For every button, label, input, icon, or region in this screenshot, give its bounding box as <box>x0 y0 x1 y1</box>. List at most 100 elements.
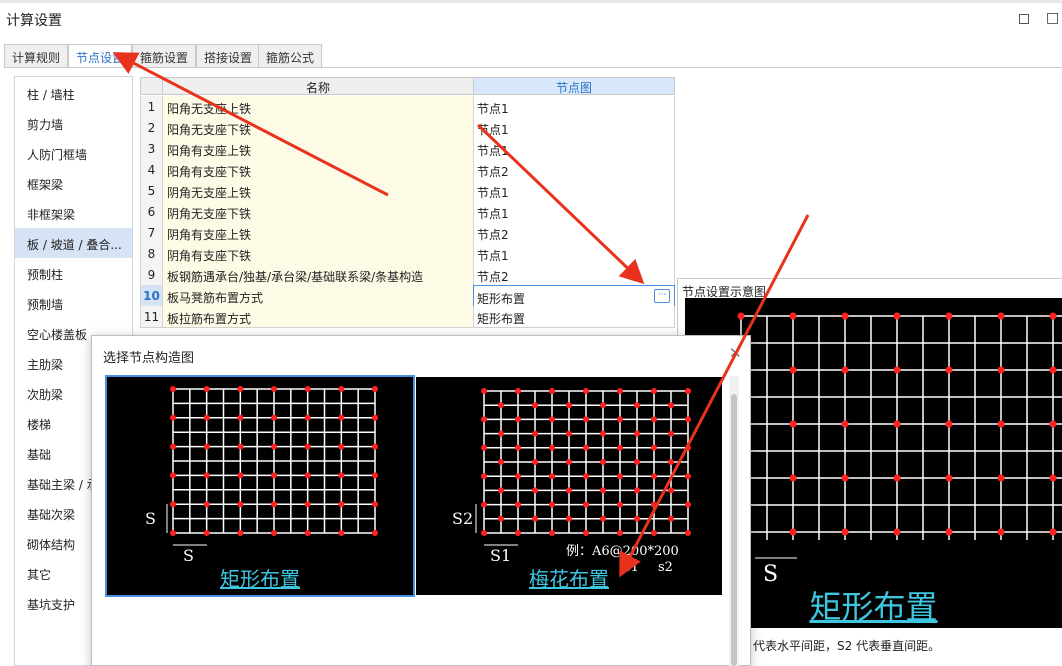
sidebar-item[interactable]: 板 / 坡道 / 叠合... <box>15 228 132 258</box>
rebar-dot <box>945 528 953 536</box>
rebar-dot <box>271 530 277 536</box>
rebar-dot <box>515 530 521 536</box>
rebar-dot <box>1049 420 1057 428</box>
dialog-close-icon[interactable]: ✕ <box>729 344 742 362</box>
rebar-dot <box>481 444 487 451</box>
tab-node-settings[interactable]: 节点设置 <box>68 44 133 68</box>
row-number: 8 <box>140 243 163 265</box>
rebar-dot <box>634 459 640 465</box>
rebar-dot <box>651 388 657 394</box>
rebar-dot <box>789 366 797 374</box>
rebar-dot <box>583 444 589 451</box>
option-rectangular-label: 矩形布置 <box>220 567 300 591</box>
rebar-dot <box>1049 528 1057 536</box>
rebar-dot <box>203 443 210 450</box>
column-header-node[interactable]: 节点图 <box>473 77 675 95</box>
tab-calc-rules[interactable]: 计算规则 <box>4 44 69 68</box>
row-node-text: 节点1 <box>477 144 509 158</box>
sidebar-item[interactable]: 剪力墙 <box>15 108 132 138</box>
table-row[interactable]: 8 阴角有支座下铁 节点1 <box>140 243 675 265</box>
rebar-dot <box>685 444 691 451</box>
row-node-value[interactable]: 节点1 <box>473 117 675 139</box>
rebar-dot <box>600 459 606 465</box>
sidebar-item[interactable]: 框架梁 <box>15 168 132 198</box>
row-node-value[interactable]: 节点1 <box>473 201 675 223</box>
rebar-dot <box>651 444 657 451</box>
dialog-scroll-thumb[interactable] <box>731 394 737 666</box>
rebar-dot <box>481 501 487 508</box>
table-row[interactable]: 4 阳角有支座下铁 节点2 <box>140 159 675 181</box>
row-node-value[interactable]: 节点2 <box>473 159 675 181</box>
table-row[interactable]: 11 板拉筋布置方式 矩形布置 <box>140 306 675 328</box>
rebar-dot <box>372 386 378 392</box>
rebar-dot <box>583 501 589 508</box>
row-node-value[interactable]: 节点1 <box>473 243 675 265</box>
row-node-value[interactable]: 节点1 <box>473 180 675 202</box>
rebar-dot <box>617 473 623 480</box>
rebar-dot <box>481 530 487 536</box>
row-name: 阴角有支座下铁 <box>162 243 474 265</box>
rebar-dot <box>1049 366 1057 374</box>
row-node-text: 节点2 <box>477 228 509 242</box>
rebar-dot <box>498 430 504 437</box>
sidebar-item[interactable]: 人防门框墙 <box>15 138 132 168</box>
table-row[interactable]: 5 阴角无支座上铁 节点1 <box>140 180 675 202</box>
close-window-icon[interactable]: □ <box>1046 10 1059 26</box>
rebar-dot <box>1049 312 1057 320</box>
rebar-dot <box>304 472 311 479</box>
dialog-title: 选择节点构造图 <box>103 351 195 366</box>
option-quincunx[interactable]: S2 S1 例：A6@200*200 s1 s2 梅花布置 <box>416 377 722 595</box>
tab-stirrup-settings[interactable]: 箍筋设置 <box>132 44 197 68</box>
tab-stirrup-formula[interactable]: 箍筋公式 <box>258 44 323 68</box>
rebar-dot <box>583 530 589 536</box>
rebar-dot <box>789 474 797 482</box>
rebar-dot <box>338 530 345 536</box>
table-row[interactable]: 7 阴角有支座上铁 节点2 <box>140 222 675 244</box>
rebar-dot <box>685 473 691 480</box>
rebar-dot <box>893 474 901 482</box>
row-node-value[interactable]: 矩形布置 <box>473 306 675 328</box>
rebar-dot <box>481 388 487 394</box>
sidebar-item[interactable]: 预制墙 <box>15 288 132 318</box>
row-node-value[interactable]: 节点1 <box>473 138 675 160</box>
rebar-dot <box>498 515 504 522</box>
rebar-dot <box>515 444 521 451</box>
rebar-dot <box>237 443 244 450</box>
rebar-dot <box>170 501 176 508</box>
rebar-dot <box>841 366 849 374</box>
row-number: 4 <box>140 159 163 181</box>
row-node-value[interactable]: 节点2 <box>473 222 675 244</box>
ellipsis-button[interactable]: ··· <box>654 289 670 303</box>
table-row[interactable]: 10 板马凳筋布置方式 矩形布置 ··· <box>140 285 675 307</box>
rebar-dot <box>203 501 210 508</box>
table-row[interactable]: 3 阳角有支座上铁 节点1 <box>140 138 675 160</box>
sidebar-item[interactable]: 预制柱 <box>15 258 132 288</box>
row-node-value[interactable]: 节点1 <box>473 96 675 118</box>
rebar-dot <box>515 501 521 508</box>
table-row[interactable]: 6 阴角无支座下铁 节点1 <box>140 201 675 223</box>
row-node-text: 节点2 <box>477 165 509 179</box>
rebar-dot <box>170 386 176 392</box>
table-row[interactable]: 2 阳角无支座下铁 节点1 <box>140 117 675 139</box>
row-node-text: 节点1 <box>477 186 509 200</box>
rebar-dot <box>372 472 378 479</box>
rebar-dot <box>634 430 640 437</box>
rebar-dot <box>566 487 572 494</box>
sidebar-item[interactable]: 非框架梁 <box>15 198 132 228</box>
row-name: 阳角有支座下铁 <box>162 159 474 181</box>
row-node-text: 矩形布置 <box>477 312 526 326</box>
dimension-label: S <box>145 509 156 528</box>
row-node-value[interactable]: 矩形布置 ··· <box>473 285 675 307</box>
row-node-value[interactable]: 节点2 <box>473 264 675 286</box>
sidebar-item[interactable]: 柱 / 墙柱 <box>15 78 132 108</box>
row-name: 阴角有支座上铁 <box>162 222 474 244</box>
rebar-dot <box>515 473 521 480</box>
rebar-dot <box>945 312 953 320</box>
table-row[interactable]: 1 阳角无支座上铁 节点1 <box>140 96 675 118</box>
row-node-text: 节点2 <box>477 270 509 284</box>
column-header-name[interactable]: 名称 <box>162 77 474 95</box>
option-rectangular[interactable]: SS 矩形布置 <box>105 375 415 597</box>
tab-lap-settings[interactable]: 搭接设置 <box>196 44 261 68</box>
table-row[interactable]: 9 板钢筋遇承台/独基/承台梁/基础联系梁/条基构造 节点2 <box>140 264 675 286</box>
maximize-icon[interactable] <box>1019 14 1029 24</box>
